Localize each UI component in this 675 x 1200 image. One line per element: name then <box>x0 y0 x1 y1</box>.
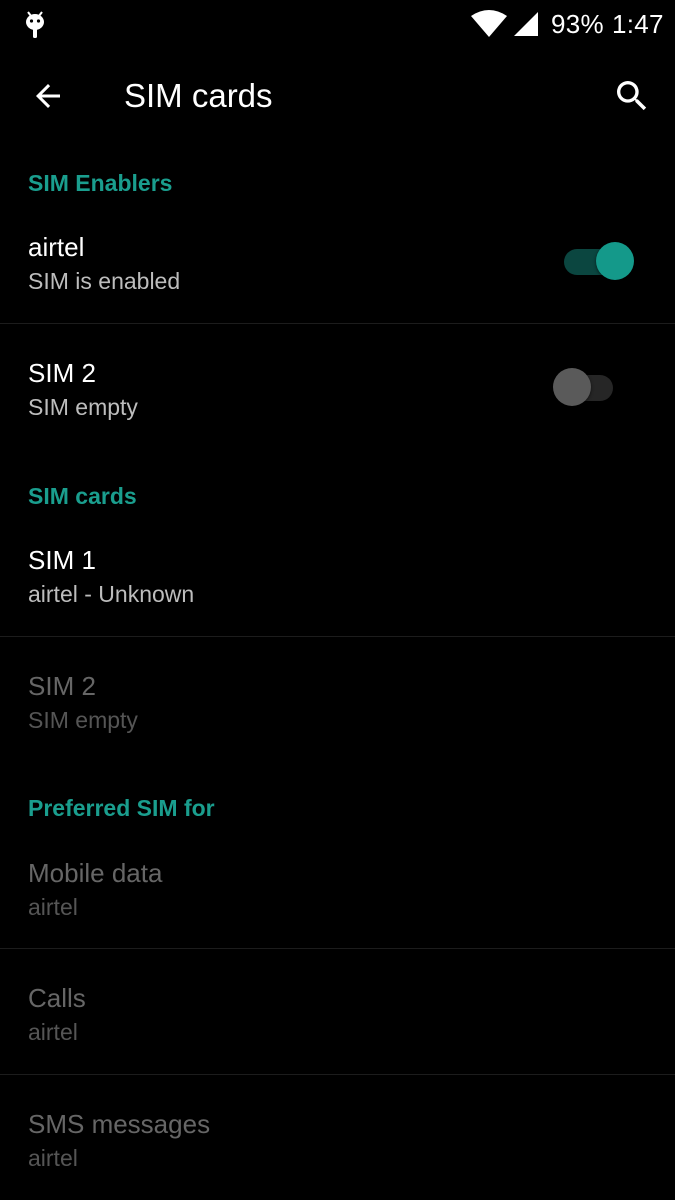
section-header-sim-cards: SIM cards <box>28 483 137 509</box>
divider <box>0 1074 675 1075</box>
divider <box>0 323 675 324</box>
clock: 1:47 <box>612 9 664 39</box>
wifi-icon <box>471 10 507 37</box>
sim-2-enable-switch[interactable] <box>553 362 625 406</box>
cell-signal-icon <box>514 12 538 36</box>
sim-card-summary: SIM empty <box>28 707 138 733</box>
sim-enabler-row-1[interactable]: airtel SIM is enabled <box>0 232 675 356</box>
sim-enabler-row-2[interactable]: SIM 2 SIM empty <box>0 358 675 482</box>
battery-percentage: 93% <box>551 9 604 39</box>
sim-1-enable-switch[interactable] <box>560 236 634 280</box>
preferred-title: Calls <box>28 983 86 1013</box>
switch-thumb <box>596 242 634 280</box>
preferred-calls-row[interactable]: Calls airtel <box>0 983 675 1107</box>
sim-enabler-summary: SIM is enabled <box>28 268 181 294</box>
sim-enabler-title: airtel <box>28 232 85 262</box>
preferred-summary: airtel <box>28 894 78 920</box>
sim-card-summary: airtel - Unknown <box>28 581 195 607</box>
preferred-summary: airtel <box>28 1019 78 1045</box>
preferred-title: Mobile data <box>28 858 163 888</box>
search-icon <box>617 81 647 111</box>
preferred-mobile-data-row[interactable]: Mobile data airtel <box>0 858 675 982</box>
preferred-summary: airtel <box>28 1145 78 1171</box>
divider <box>0 948 675 949</box>
preferred-sms-row[interactable]: SMS messages airtel <box>0 1109 675 1199</box>
sim-card-title: SIM 2 <box>28 671 96 701</box>
divider <box>0 636 675 637</box>
arrow-left-icon <box>36 84 60 108</box>
android-debug-icon <box>26 11 44 38</box>
preferred-title: SMS messages <box>28 1109 211 1139</box>
status-bar: 93% 1:47 <box>0 0 675 50</box>
page-title: SIM cards <box>124 77 273 114</box>
sim-card-row-1[interactable]: SIM 1 airtel - Unknown <box>0 545 675 669</box>
switch-thumb <box>553 368 591 406</box>
search-button[interactable] <box>602 66 662 126</box>
sim-card-row-2[interactable]: SIM 2 SIM empty <box>0 671 675 795</box>
sim-enabler-summary: SIM empty <box>28 394 138 420</box>
section-header-preferred-sim: Preferred SIM for <box>28 795 215 821</box>
toolbar: SIM cards <box>0 50 675 142</box>
section-header-sim-enablers: SIM Enablers <box>28 170 173 196</box>
back-button[interactable] <box>18 66 78 126</box>
sim-enabler-title: SIM 2 <box>28 358 96 388</box>
sim-card-title: SIM 1 <box>28 545 96 575</box>
